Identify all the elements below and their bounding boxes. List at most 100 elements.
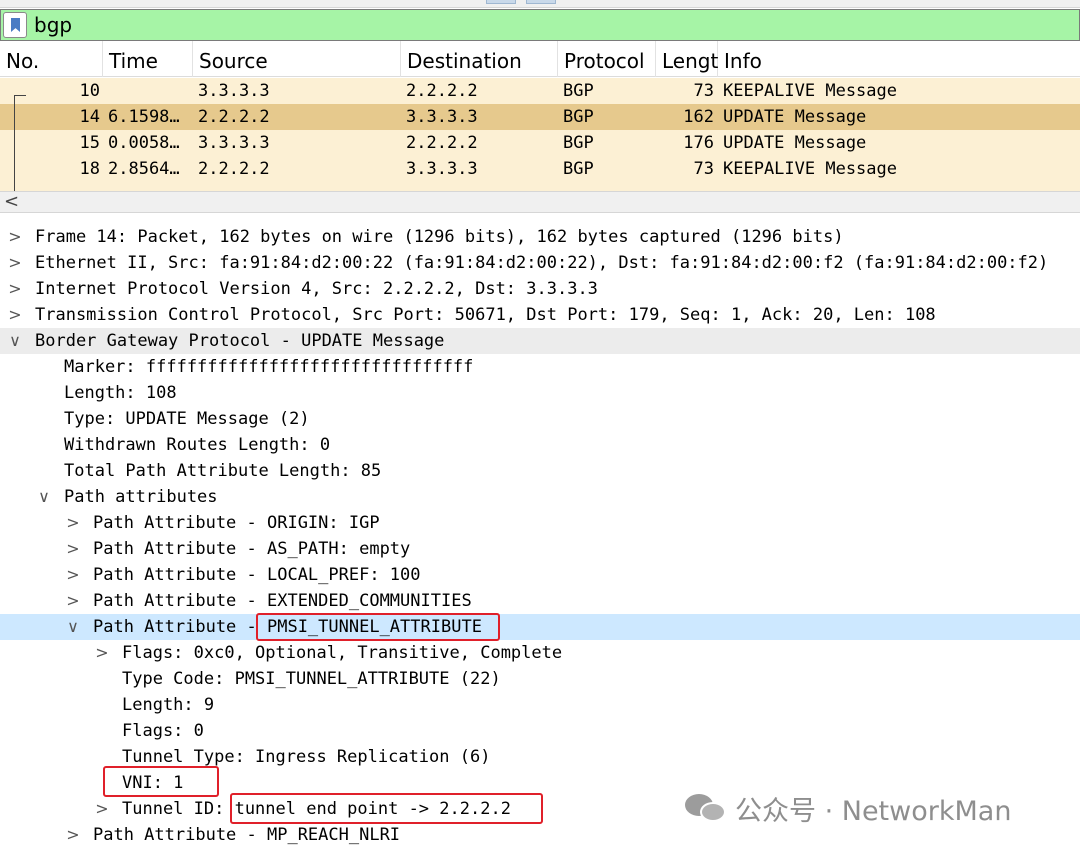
packet-no: 14 (79, 107, 100, 127)
tree-item-ethernet[interactable]: > Ethernet II, Src: fa:91:84:d2:00:22 (f… (0, 250, 1080, 276)
packet-length: 73 (693, 81, 714, 101)
display-filter-input[interactable]: bgp (34, 13, 72, 37)
tree-item-extended-communities[interactable]: > Path Attribute - EXTENDED_COMMUNITIES (0, 588, 1080, 614)
column-header-destination[interactable]: Destination (401, 41, 558, 77)
wechat-icon (685, 790, 729, 826)
tree-item-local-pref[interactable]: > Path Attribute - LOCAL_PREF: 100 (0, 562, 1080, 588)
toolbar-button[interactable] (526, 0, 556, 4)
scroll-left-icon[interactable]: < (4, 191, 19, 212)
chevron-right-icon[interactable]: > (65, 510, 81, 536)
packet-list-scrollbar[interactable]: < (0, 191, 1080, 213)
packet-source: 3.3.3.3 (198, 81, 270, 101)
chevron-down-icon[interactable]: ∨ (36, 484, 52, 510)
column-header-info[interactable]: Info (718, 41, 1080, 77)
tree-item-path-attributes[interactable]: ∨ Path attributes (0, 484, 1080, 510)
tree-item-type-code[interactable]: Type Code: PMSI_TUNNEL_ATTRIBUTE (22) (0, 666, 1080, 692)
tree-item-label: Marker: ffffffffffffffffffffffffffffffff (64, 357, 474, 377)
tree-item-tcp[interactable]: > Transmission Control Protocol, Src Por… (0, 302, 1080, 328)
chevron-right-icon[interactable]: > (94, 640, 110, 666)
tree-item-marker[interactable]: Marker: ffffffffffffffffffffffffffffffff (0, 354, 1080, 380)
tree-item-length[interactable]: Length: 108 (0, 380, 1080, 406)
column-header-time[interactable]: Time (103, 41, 193, 77)
packet-info: UPDATE Message (723, 107, 867, 127)
packet-destination: 3.3.3.3 (406, 159, 478, 179)
chevron-right-icon[interactable]: > (65, 588, 81, 614)
tree-item-label: Border Gateway Protocol - UPDATE Message (35, 331, 445, 351)
packet-destination: 2.2.2.2 (406, 81, 478, 101)
tree-item-withdrawn-length[interactable]: Withdrawn Routes Length: 0 (0, 432, 1080, 458)
display-filter-bar[interactable]: bgp (0, 9, 1080, 41)
tree-item-label: Path Attribute - LOCAL_PREF: 100 (93, 565, 421, 585)
packet-protocol: BGP (563, 133, 594, 153)
chevron-down-icon[interactable]: ∨ (65, 614, 81, 640)
packet-destination: 2.2.2.2 (406, 133, 478, 153)
tree-item-frame[interactable]: > Frame 14: Packet, 162 bytes on wire (1… (0, 224, 1080, 250)
chevron-right-icon[interactable]: > (7, 224, 23, 250)
packet-row[interactable]: 10 3.3.3.3 2.2.2.2 BGP 73 KEEPALIVE Mess… (0, 78, 1080, 104)
tree-item-as-path[interactable]: > Path Attribute - AS_PATH: empty (0, 536, 1080, 562)
tree-item-label: Ethernet II, Src: fa:91:84:d2:00:22 (fa:… (35, 253, 1049, 273)
packet-row[interactable]: 18 2.8564… 2.2.2.2 3.3.3.3 BGP 73 KEEPAL… (0, 156, 1080, 182)
packet-destination: 3.3.3.3 (406, 107, 478, 127)
packet-info: KEEPALIVE Message (723, 81, 897, 101)
packet-length: 176 (683, 133, 714, 153)
tree-item-pmsi-tunnel[interactable]: ∨ Path Attribute - PMSI_TUNNEL_ATTRIBUTE (0, 614, 1080, 640)
packet-no: 18 (79, 159, 100, 179)
chevron-right-icon[interactable]: > (7, 276, 23, 302)
packet-details-tree[interactable]: > Frame 14: Packet, 162 bytes on wire (1… (0, 224, 1080, 851)
tree-item-bgp[interactable]: ∨ Border Gateway Protocol - UPDATE Messa… (0, 328, 1080, 354)
toolbar-button[interactable] (486, 0, 516, 4)
tree-item-pmsi-flags[interactable]: > Flags: 0xc0, Optional, Transitive, Com… (0, 640, 1080, 666)
column-header-no[interactable]: No. (0, 41, 103, 77)
chevron-down-icon[interactable]: ∨ (7, 328, 23, 354)
annotation-box-pmsi (256, 613, 500, 641)
chevron-right-icon[interactable]: > (65, 562, 81, 588)
packet-no: 10 (79, 81, 100, 101)
tree-item-pmsi-length[interactable]: Length: 9 (0, 692, 1080, 718)
tree-item-type[interactable]: Type: UPDATE Message (2) (0, 406, 1080, 432)
column-header-source[interactable]: Source (193, 41, 401, 77)
tree-item-ipv4[interactable]: > Internet Protocol Version 4, Src: 2.2.… (0, 276, 1080, 302)
tree-item-pmsi-flags-value[interactable]: Flags: 0 (0, 718, 1080, 744)
chevron-right-icon[interactable]: > (65, 822, 81, 848)
packet-list[interactable]: No. Time Source Destination Protocol Len… (0, 41, 1080, 191)
tree-item-label: Path Attribute - ORIGIN: IGP (93, 513, 380, 533)
tree-item-label: Withdrawn Routes Length: 0 (64, 435, 331, 455)
annotation-box-vni (103, 766, 219, 797)
packet-row[interactable]: 15 0.0058… 3.3.3.3 2.2.2.2 BGP 176 UPDAT… (0, 130, 1080, 156)
column-header-length[interactable]: Lengt (656, 41, 718, 77)
tree-item-label: Flags: 0xc0, Optional, Transitive, Compl… (122, 643, 563, 663)
watermark: 公众号 · NetworkMan (685, 786, 1011, 830)
tree-item-label: Path Attribute - MP_REACH_NLRI (93, 825, 401, 845)
tree-item-origin[interactable]: > Path Attribute - ORIGIN: IGP (0, 510, 1080, 536)
packet-info: UPDATE Message (723, 133, 867, 153)
chevron-right-icon[interactable]: > (94, 796, 110, 822)
packet-time: 6.1598… (108, 107, 180, 127)
packet-time: 2.8564… (108, 159, 180, 179)
tree-item-label: Frame 14: Packet, 162 bytes on wire (129… (35, 227, 844, 247)
packet-protocol: BGP (563, 107, 594, 127)
chevron-right-icon[interactable]: > (7, 302, 23, 328)
tree-item-label: Internet Protocol Version 4, Src: 2.2.2.… (35, 279, 598, 299)
tree-item-label: Length: 108 (64, 383, 177, 403)
packet-source: 2.2.2.2 (198, 159, 270, 179)
toolbar-strip (0, 0, 1080, 8)
chevron-right-icon[interactable]: > (65, 536, 81, 562)
watermark-text: 公众号 · NetworkMan (735, 795, 1012, 827)
packet-row-selected[interactable]: 14 6.1598… 2.2.2.2 3.3.3.3 BGP 162 UPDAT… (0, 104, 1080, 130)
annotation-box-tunnel-endpoint (230, 793, 543, 824)
packet-length: 73 (693, 159, 714, 179)
filter-bookmark-button[interactable] (3, 12, 27, 38)
packet-source: 3.3.3.3 (198, 133, 270, 153)
packet-no: 15 (79, 133, 100, 153)
chevron-right-icon[interactable]: > (7, 250, 23, 276)
column-header-protocol[interactable]: Protocol (558, 41, 656, 77)
bookmark-icon (11, 18, 20, 32)
tree-item-label: Type: UPDATE Message (2) (64, 409, 310, 429)
tree-item-total-path-length[interactable]: Total Path Attribute Length: 85 (0, 458, 1080, 484)
tree-item-label: Path Attribute - AS_PATH: empty (93, 539, 411, 559)
packet-length: 162 (683, 107, 714, 127)
packet-source: 2.2.2.2 (198, 107, 270, 127)
packet-row-clipped[interactable] (0, 182, 1080, 191)
packet-list-header: No. Time Source Destination Protocol Len… (0, 41, 1080, 77)
